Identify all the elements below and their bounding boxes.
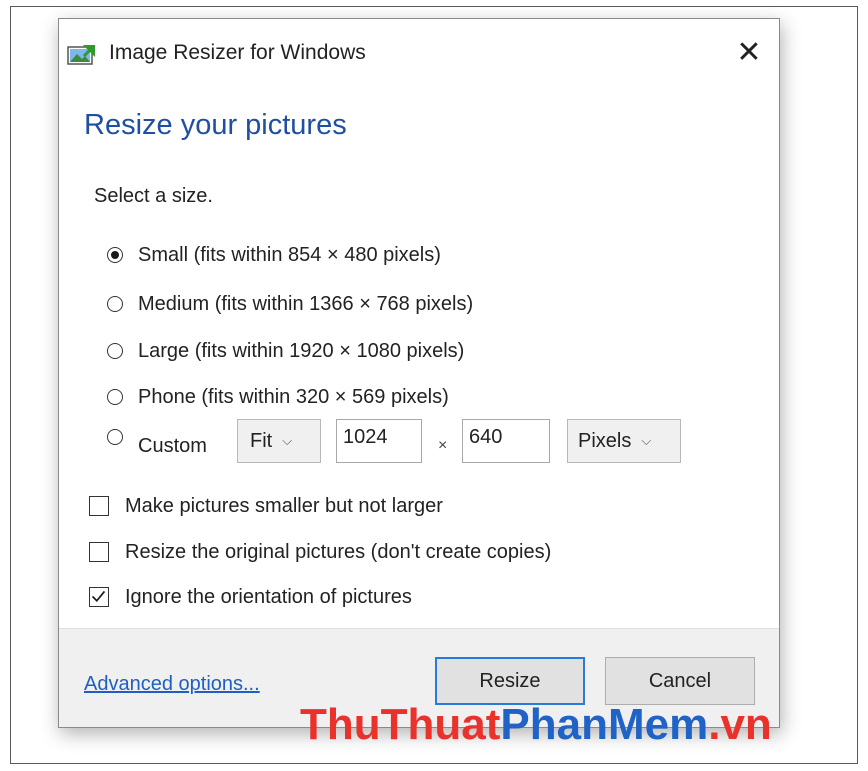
radio-option-phone[interactable]: Phone (fits within 320 × 569 pixels) <box>107 383 449 411</box>
radio-option-custom[interactable]: Custom <box>107 427 207 457</box>
radio-button[interactable] <box>107 343 123 359</box>
radio-button[interactable] <box>107 296 123 312</box>
radio-option-small[interactable]: Small (fits within 854 × 480 pixels) <box>107 241 441 269</box>
page-title: Resize your pictures <box>84 109 347 141</box>
select-size-label: Select a size. <box>94 185 213 207</box>
radio-label-large: Large (fits within 1920 × 1080 pixels) <box>138 339 465 362</box>
option-ignore-orientation[interactable]: Ignore the orientation of pictures <box>89 582 412 612</box>
fit-mode-dropdown[interactable]: Fit ⌵ <box>237 419 321 463</box>
custom-height-input[interactable]: 640 <box>462 419 550 463</box>
option-resize-original[interactable]: Resize the original pictures (don't crea… <box>89 537 551 567</box>
radio-label-medium: Medium (fits within 1366 × 768 pixels) <box>138 292 474 315</box>
checkmark-icon <box>91 590 106 603</box>
chevron-down-icon: ⌵ <box>282 433 293 448</box>
option-label: Resize the original pictures (don't crea… <box>125 540 552 563</box>
watermark-logo: ThuThuatPhanMem.vn <box>300 700 772 750</box>
radio-option-large[interactable]: Large (fits within 1920 × 1080 pixels) <box>107 337 464 365</box>
option-label: Ignore the orientation of pictures <box>125 585 412 608</box>
window-title: Image Resizer for Windows <box>109 41 366 64</box>
checkbox[interactable] <box>89 542 109 562</box>
watermark-part1: ThuThuat <box>300 700 501 749</box>
watermark-part3: .vn <box>708 700 772 749</box>
watermark-part2: PhanMem <box>500 700 709 749</box>
radio-button[interactable] <box>107 247 123 263</box>
radio-option-medium[interactable]: Medium (fits within 1366 × 768 pixels) <box>107 290 473 318</box>
advanced-options-link[interactable]: Advanced options... <box>84 673 260 696</box>
image-resizer-dialog: Image Resizer for Windows ✕ Resize your … <box>58 18 780 728</box>
resize-button[interactable]: Resize <box>435 657 585 705</box>
chevron-down-icon: ⌵ <box>641 433 652 448</box>
radio-selected-dot <box>111 251 119 259</box>
radio-label-small: Small (fits within 854 × 480 pixels) <box>138 243 441 266</box>
radio-label-custom: Custom <box>138 435 207 457</box>
close-button[interactable]: ✕ <box>729 35 769 71</box>
checkbox[interactable] <box>89 496 109 516</box>
option-label: Make pictures smaller but not larger <box>125 494 443 517</box>
radio-label-phone: Phone (fits within 320 × 569 pixels) <box>138 385 449 408</box>
title-bar: Image Resizer for Windows ✕ <box>59 19 779 89</box>
unit-dropdown[interactable]: Pixels ⌵ <box>567 419 681 463</box>
option-smaller-not-larger[interactable]: Make pictures smaller but not larger <box>89 491 443 521</box>
cancel-button[interactable]: Cancel <box>605 657 755 705</box>
checkbox-checked[interactable] <box>89 587 109 607</box>
radio-button[interactable] <box>107 389 123 405</box>
times-symbol: × <box>438 437 448 454</box>
close-icon: ✕ <box>736 36 762 69</box>
custom-width-input[interactable]: 1024 <box>336 419 422 463</box>
image-resizer-icon <box>67 44 96 65</box>
unit-value: Pixels <box>578 429 632 452</box>
fit-mode-value: Fit <box>250 429 273 452</box>
radio-button[interactable] <box>107 429 123 445</box>
